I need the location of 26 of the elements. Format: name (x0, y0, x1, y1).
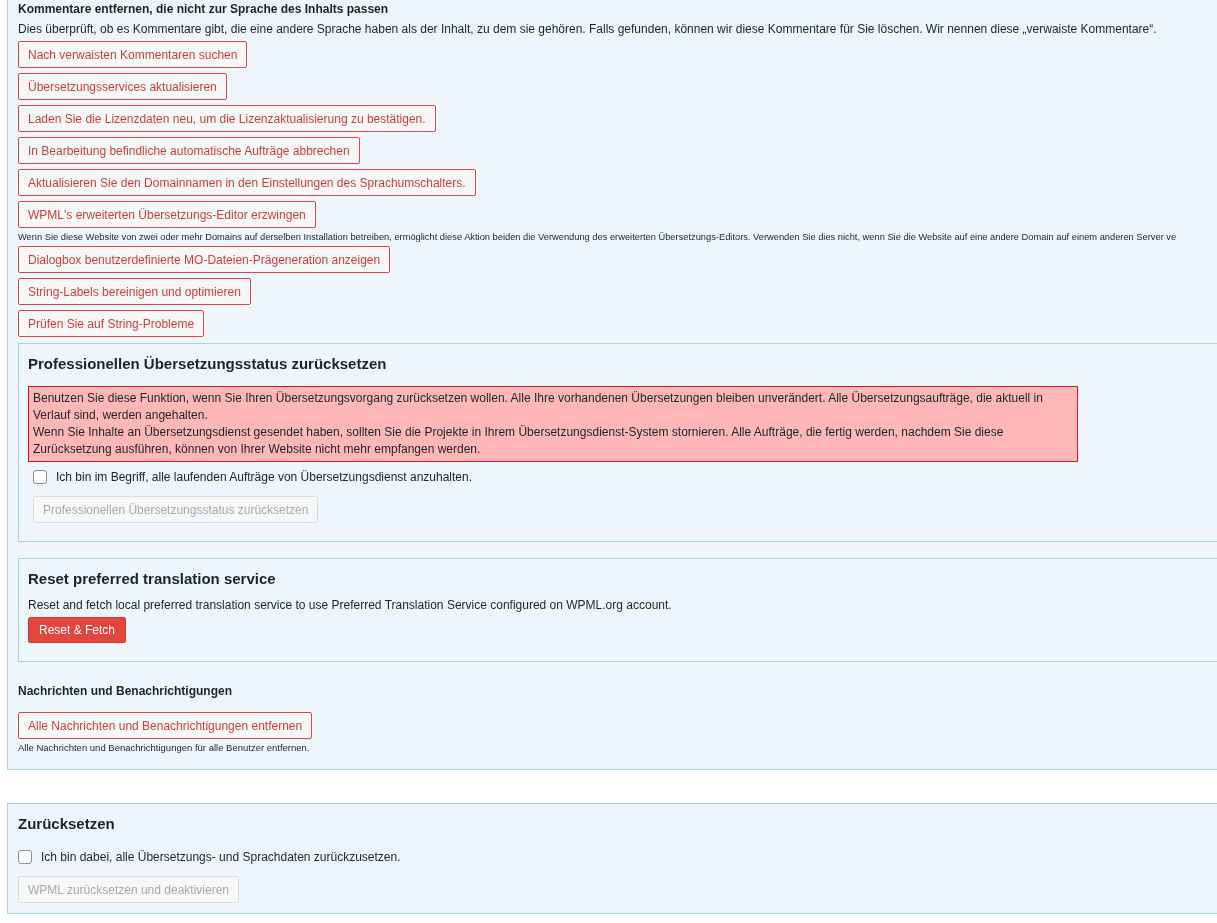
action-button[interactable]: Prüfen Sie auf String-Probleme (18, 310, 205, 337)
panel-title: Reset preferred translation service (28, 569, 276, 589)
action-button[interactable]: Übersetzungsservices aktualisieren (18, 73, 227, 100)
panel-title: Zurücksetzen (18, 814, 115, 834)
action-button[interactable]: WPML's erweiterten Übersetzungs-Editor erzwingen (18, 201, 316, 228)
description: Reset and fetch local preferred translation service to use Preferred Translation Service configured on WPML.org account. (28, 598, 672, 612)
hint-text: Alle Nachrichten und Benachrichtigungen für alle Benutzer entfernen. (18, 742, 310, 754)
action-button[interactable]: In Bearbeitung befindliche automatische Aufträge abbrechen (18, 137, 360, 164)
description: Dies überprüft, ob es Kommentare gibt, die eine andere Sprache haben als der Inhalt, zu dem sie gehören. Falls gefunden, können wir diese Kommentare für Sie löschen. Wir nennen diese „verwaiste Kommentare“. (18, 22, 1157, 36)
action-button[interactable]: String-Labels bereinigen und optimieren (18, 278, 251, 305)
warning-text: Benutzen Sie diese Funktion, wenn Sie Ihren Übersetzungsvorgang zurücksetzen wollen. Alle Ihre vorhandenen Übersetzungen bleiben unverändert. Alle Übersetzungsaufträge, die aktuell in Verlauf sind, werden angehalten. (33, 390, 1044, 424)
checkbox-label: Ich bin im Begriff, alle laufenden Aufträge von Übersetzungsdienst anzuhalten. (56, 470, 473, 484)
action-button[interactable]: Laden Sie die Lizenzdaten neu, um die Lizenzaktualisierung zu bestätigen. (18, 105, 436, 132)
hint-text: Wenn Sie diese Website von zwei oder mehr Domains auf derselben Installation betreiben, ermöglicht diese Aktion beiden die Verwendung des erweiterten Übersetzungs-Editors. Verwenden Sie dies nicht, wenn Sie die Website auf eine andere Domain auf einem anderen Server ve (18, 231, 1177, 243)
action-button[interactable]: Dialogbox benutzerdefinierte MO-Dateien-Prägeneration anzeigen (18, 246, 391, 273)
action-button[interactable]: Aktualisieren Sie den Domainnamen in den Einstellungen des Sprachumschalters. (18, 169, 476, 196)
warning-text: Wenn Sie Inhalte an Übersetzungsdienst gesendet haben, sollten Sie die Projekte in Ihrem Übersetzungsdienst-System stornieren. Alle Aufträge, die fertig werden, nachdem Sie diese Zurücksetzung ausführen, können von Ihrer Website nicht mehr empfangen werden. (33, 424, 1005, 458)
section-heading: Nachrichten und Benachrichtigungen (18, 684, 233, 698)
checkbox-label: Ich bin dabei, alle Übersetzungs- und Sprachdaten zurückzusetzen. (41, 850, 401, 864)
section-heading: Kommentare entfernen, die nicht zur Sprache des Inhalts passen (18, 2, 389, 16)
panel-title: Professionellen Übersetzungsstatus zurücksetzen (28, 354, 387, 374)
reset-fetch-button[interactable]: Reset & Fetch (28, 617, 127, 643)
checkbox[interactable] (18, 850, 32, 864)
checkbox[interactable] (33, 470, 47, 484)
action-button[interactable]: Nach verwaisten Kommentaren suchen (18, 41, 248, 68)
remove-notifications-button[interactable]: Alle Nachrichten und Benachrichtigungen entfernen (18, 712, 313, 739)
